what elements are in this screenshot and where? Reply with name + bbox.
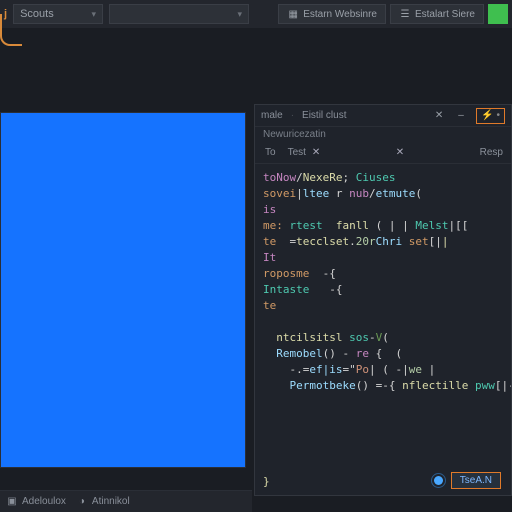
toolbar-button-1-label: Estarn Websinre [303,9,377,20]
code-line: roposme -{ [263,266,503,282]
code-panel: male · Eistil clust ✕ – ⚡ • Newuricezati… [254,104,512,496]
editor-tab-2[interactable]: ✕ [386,142,414,163]
footer-action-button[interactable]: TseA.N [451,472,501,489]
code-panel-header: male · Eistil clust ✕ – ⚡ • [255,105,511,127]
tab-2-label: Test [288,147,306,158]
status-indicator-icon [434,476,443,485]
close-icon[interactable]: ✕ [396,147,404,158]
dot-icon: • [496,110,500,121]
status-item-1-label: Adeloulox [22,496,66,507]
highlighted-action[interactable]: ⚡ • [476,108,505,124]
code-line [263,410,503,426]
code-line [263,394,503,410]
code-line: toNow/NexeRe; Ciuses [263,170,503,186]
code-line: me: rtest fanll ( | | Melst|[[ [263,218,503,234]
chevron-down-icon: ▾ [238,9,243,20]
header-divider: · [291,110,294,121]
top-toolbar: j Scouts ▾ ▾ ▦ Estarn Websinre ☰ Estalar… [0,0,512,28]
status-item-2-label: Atinnikol [92,496,130,507]
code-line: te [263,298,503,314]
code-line: Remobel() - re { ( [263,346,503,362]
terminal-icon: ▣ [6,496,18,508]
connector-line [0,26,22,46]
minimize-icon[interactable]: – [454,109,468,123]
code-line: ntcilsitsl sos-V( [263,330,503,346]
code-line: te =tecclset.20rChri set[|| [263,234,503,250]
code-line [263,426,503,442]
status-item-1[interactable]: ▣ Adeloulox [6,496,66,508]
chevron-down-icon: ▾ [92,9,97,20]
file-path: Newuricezatin [255,127,511,142]
top-right-group: ▦ Estarn Websinre ☰ Estalart Siere [278,4,508,24]
status-bar: ▣ Adeloulox ◑ Atinnikol [0,490,252,512]
toolbar-button-2[interactable]: ☰ Estalart Siere [390,4,484,24]
header-tab-1[interactable]: male [261,110,283,121]
toolbar-button-1[interactable]: ▦ Estarn Websinre [278,4,386,24]
tab-1-label: To [265,147,276,158]
editor-tab-row: To Test ✕ ✕ Resp [255,142,511,164]
editor-tab-3[interactable]: Resp [470,142,511,163]
close-icon[interactable]: ✕ [432,109,446,123]
secondary-dropdown[interactable]: ▾ [109,4,249,24]
code-editor[interactable]: toNow/NexeRe; Ciusessovei|ltee r nub/etm… [255,164,511,495]
code-line: -.=ef|is="Po| ( -|we | [263,362,503,378]
top-left-group: j Scouts ▾ ▾ [4,4,249,24]
project-dropdown[interactable]: Scouts ▾ [13,4,103,24]
close-icon[interactable]: ✕ [312,147,320,158]
code-line: Permotbeke() =-{ nflectille pww[|-{ > [263,378,503,394]
header-tab-2[interactable]: Eistil clust [302,110,346,121]
grid-icon: ▦ [287,8,299,20]
panel-icon: ☰ [399,8,411,20]
bolt-icon: ⚡ [481,110,493,121]
tab-3-label: Resp [480,147,503,158]
run-button[interactable] [488,4,508,24]
status-item-2[interactable]: ◑ Atinnikol [76,496,130,508]
code-line: Intaste -{ [263,282,503,298]
dropdown-label: Scouts [20,8,54,20]
code-line: It [263,250,503,266]
code-line: is [263,202,503,218]
code-line [263,442,503,458]
editor-tab-1[interactable]: To Test ✕ [255,142,330,163]
toolbar-button-2-label: Estalart Siere [415,9,475,20]
code-line [263,314,503,330]
logo-glyph: j [4,8,7,20]
code-line: sovei|ltee r nub/etmute( [263,186,503,202]
preview-panel[interactable] [0,112,246,468]
bug-icon: ◑ [76,496,88,508]
code-footer: TseA.N [434,472,501,489]
